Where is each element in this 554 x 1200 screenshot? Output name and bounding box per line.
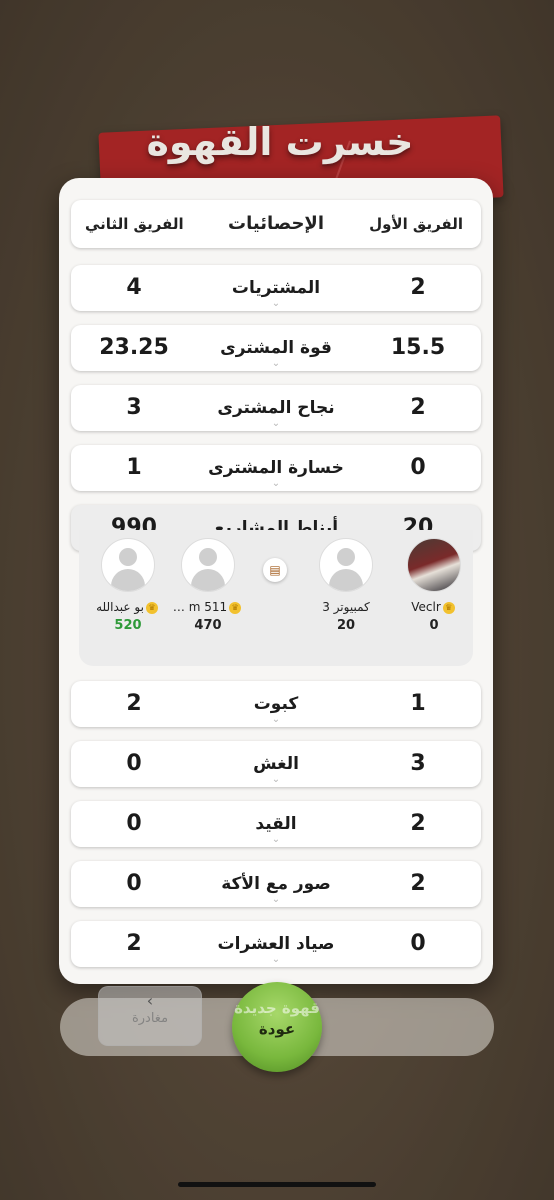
- team2-header: الفريق الثاني: [85, 215, 184, 233]
- team1-value: 2: [410, 871, 426, 896]
- stat-row-buyer-success[interactable]: 2 نجاح المشترى 3 ⌄: [71, 385, 481, 431]
- team1-value: 3: [410, 751, 426, 776]
- players-panel: ♛Veclr 0 كمبيوتر 3 20 ▤ ♛m 511 … 470 ♛بو…: [79, 530, 473, 666]
- player-score: 520: [114, 618, 142, 633]
- chevron-down-icon: ⌄: [271, 834, 281, 845]
- stat-row-buyer-loss[interactable]: 0 خسارة المشترى 1 ⌄: [71, 445, 481, 491]
- crown-icon: ♛: [442, 601, 455, 614]
- book-icon[interactable]: ▤: [263, 558, 287, 582]
- team1-value: 1: [410, 691, 426, 716]
- stat-row-pictures-with-ace[interactable]: 2 صور مع الأكة 0 ⌄: [71, 861, 481, 907]
- chevron-down-icon: ⌄: [271, 954, 281, 965]
- crown-icon: ♛: [229, 601, 242, 614]
- leave-button[interactable]: ‹ مغادرة: [98, 986, 202, 1046]
- team2-value: 23.25: [99, 335, 169, 360]
- avatar: [407, 538, 461, 592]
- player-name: بو عبدالله: [96, 600, 144, 614]
- chevron-down-icon: ⌄: [271, 478, 281, 489]
- team2-value: 2: [126, 691, 142, 716]
- avatar: [101, 538, 155, 592]
- stat-row-tens-hunter[interactable]: 0 صياد العشرات 2 ⌄: [71, 921, 481, 967]
- stat-row-kaboot[interactable]: 1 كبوت 2 ⌄: [71, 681, 481, 727]
- team2-value: 2: [126, 931, 142, 956]
- stat-row-purchases[interactable]: 2 المشتريات 4 ⌄: [71, 265, 481, 311]
- crown-icon: ♛: [145, 601, 158, 614]
- result-headline: خسرت القهوة: [146, 120, 414, 164]
- stat-row-record[interactable]: 2 القيد 0 ⌄: [71, 801, 481, 847]
- team2-value: 0: [126, 751, 142, 776]
- stat-row-buyer-strength[interactable]: 15.5 قوة المشترى 23.25 ⌄: [71, 325, 481, 371]
- chevron-down-icon: ⌄: [271, 298, 281, 309]
- team1-header: الفريق الأول: [369, 215, 463, 233]
- stats-modal: الفريق الأول الإحصائيات الفريق الثاني 2 …: [59, 178, 493, 984]
- avatar: [319, 538, 373, 592]
- team1-value: 2: [410, 395, 426, 420]
- home-indicator[interactable]: [178, 1182, 376, 1187]
- chevron-left-icon: ‹: [146, 991, 154, 1010]
- team2-value: 3: [126, 395, 142, 420]
- return-button[interactable]: قهوة جديدة عودة: [232, 982, 322, 1072]
- team1-value: 0: [410, 455, 426, 480]
- team2-value: 0: [126, 871, 142, 896]
- team2-value: 0: [126, 811, 142, 836]
- chevron-down-icon: ⌄: [271, 418, 281, 429]
- player-score: 0: [429, 618, 439, 633]
- player-name: كمبيوتر 3: [322, 600, 370, 614]
- player-card[interactable]: ♛بو عبدالله 520: [89, 538, 167, 633]
- team2-value: 4: [126, 275, 142, 300]
- team1-value: 2: [410, 811, 426, 836]
- player-name: Veclr: [411, 600, 441, 614]
- new-coffee-label: قهوة جديدة: [234, 999, 320, 1017]
- player-score: 470: [194, 618, 222, 633]
- team1-value: 0: [410, 931, 426, 956]
- team1-value: 15.5: [390, 335, 446, 360]
- return-label: عودة: [258, 1020, 296, 1038]
- chevron-down-icon: ⌄: [271, 774, 281, 785]
- stats-header: الإحصائيات: [228, 213, 324, 234]
- player-card[interactable]: ♛m 511 … 470: [169, 538, 247, 633]
- player-name: m 511 …: [172, 600, 228, 614]
- stat-row-cheating[interactable]: 3 الغش 0 ⌄: [71, 741, 481, 787]
- chevron-down-icon: ⌄: [271, 358, 281, 369]
- player-score: 20: [336, 618, 356, 633]
- stats-header-row: الفريق الأول الإحصائيات الفريق الثاني: [71, 200, 481, 248]
- player-card[interactable]: كمبيوتر 3 20: [307, 538, 385, 633]
- chevron-down-icon: ⌄: [271, 894, 281, 905]
- leave-label: مغادرة: [131, 1011, 169, 1026]
- avatar: [181, 538, 235, 592]
- team2-value: 1: [126, 455, 142, 480]
- team1-value: 2: [410, 275, 426, 300]
- chevron-down-icon: ⌄: [271, 714, 281, 725]
- player-card[interactable]: ♛Veclr 0: [395, 538, 473, 633]
